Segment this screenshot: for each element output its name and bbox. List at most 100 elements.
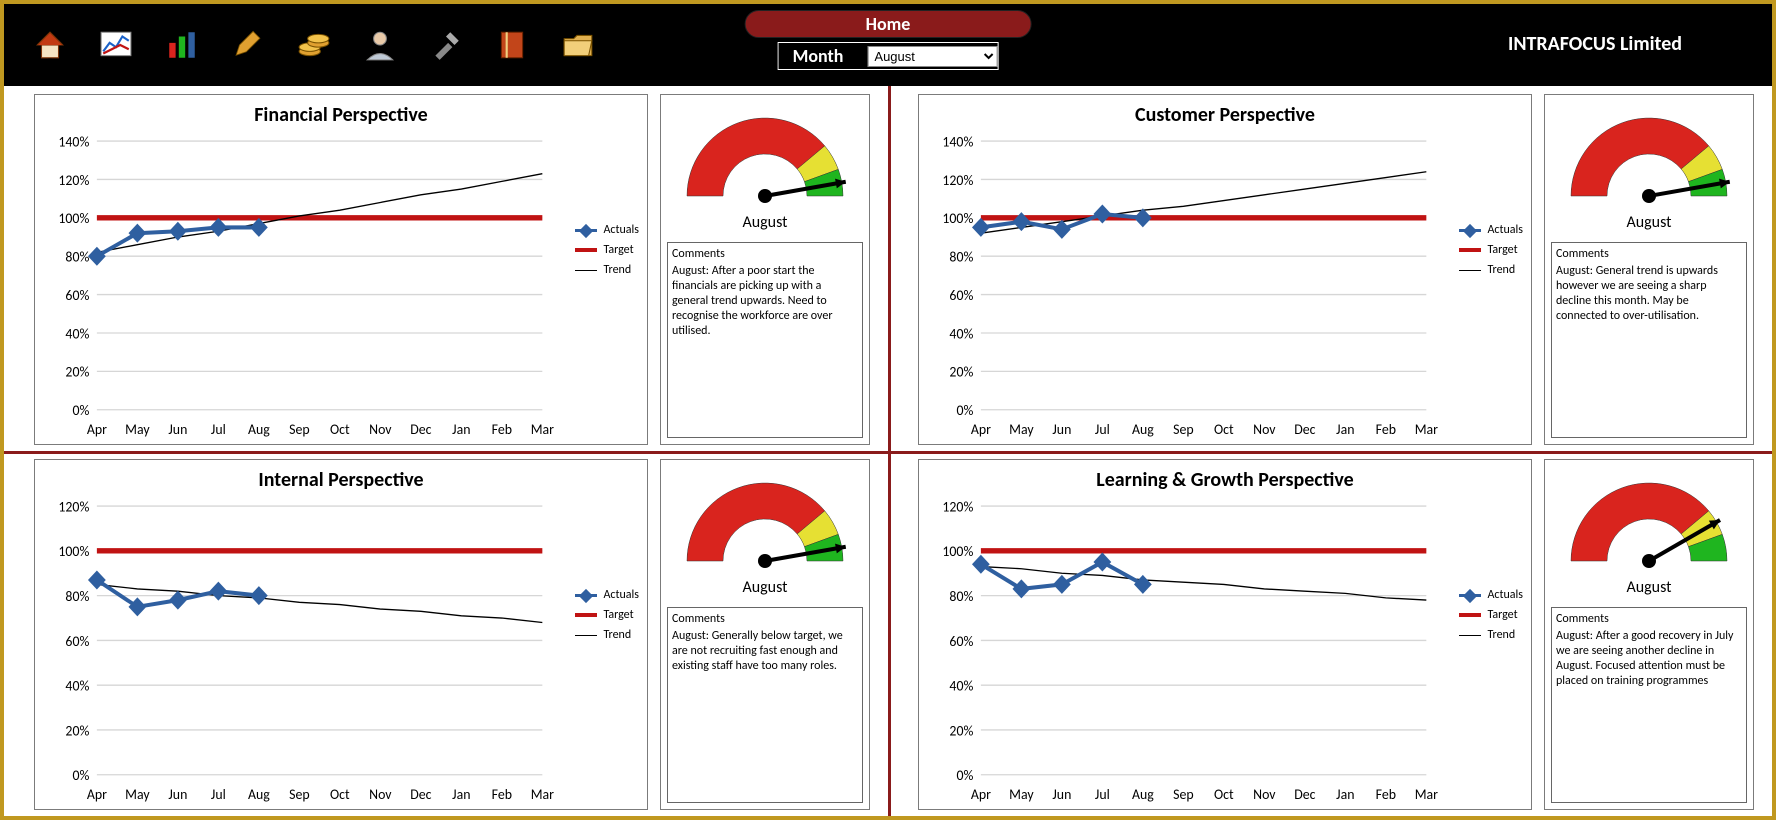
svg-text:40%: 40% [65, 324, 89, 343]
chart-title: Internal Perspective [39, 468, 643, 492]
quadrant-customer: Customer Perspective 0%20%40%60%80%100%1… [888, 86, 1772, 451]
svg-text:Oct: Oct [1214, 419, 1234, 438]
comments-box[interactable]: Comments August: After a poor start the … [667, 242, 863, 438]
svg-text:60%: 60% [949, 286, 973, 305]
line-chart: 0%20%40%60%80%100%120%140%AprMayJunJulAu… [923, 133, 1527, 442]
svg-text:Nov: Nov [369, 419, 392, 438]
line-chart: 0%20%40%60%80%100%120%140%AprMayJunJulAu… [39, 133, 643, 442]
svg-text:Jan: Jan [452, 784, 470, 803]
svg-text:Mar: Mar [1415, 419, 1438, 438]
comments-box[interactable]: Comments August: After a good recovery i… [1551, 607, 1747, 803]
chart-legend: Actuals Target Trend [1459, 223, 1523, 283]
book-icon[interactable] [494, 27, 530, 63]
chart-title: Learning & Growth Perspective [923, 468, 1527, 492]
comments-heading: Comments [672, 612, 858, 627]
svg-text:100%: 100% [942, 542, 973, 561]
user-icon[interactable] [362, 27, 398, 63]
svg-text:Dec: Dec [410, 419, 431, 438]
comments-box[interactable]: Comments August: General trend is upward… [1551, 242, 1747, 438]
chart-legend: Actuals Target Trend [1459, 588, 1523, 648]
comments-heading: Comments [1556, 612, 1742, 627]
svg-text:Sep: Sep [289, 784, 309, 803]
svg-text:Jun: Jun [168, 419, 187, 438]
legend-actuals: Actuals [1459, 223, 1523, 237]
header-center: Home Month August [745, 10, 1032, 70]
folder-icon[interactable] [560, 27, 596, 63]
tools-icon[interactable] [428, 27, 464, 63]
home-pill[interactable]: Home [745, 10, 1032, 38]
svg-text:140%: 140% [58, 133, 89, 151]
svg-text:Mar: Mar [531, 419, 554, 438]
quadrant-learning: Learning & Growth Perspective 0%20%40%60… [888, 451, 1772, 816]
svg-text:60%: 60% [65, 286, 89, 305]
comments-text: August: After a good recovery in July we… [1556, 629, 1742, 689]
comments-text: August: Generally below target, we are n… [672, 629, 858, 674]
gauge [1564, 466, 1734, 576]
svg-text:Sep: Sep [289, 419, 309, 438]
quadrant-financial: Financial Perspective 0%20%40%60%80%100%… [4, 86, 888, 451]
legend-target: Target [1459, 243, 1523, 257]
svg-text:Aug: Aug [248, 419, 270, 438]
svg-text:Nov: Nov [1253, 419, 1276, 438]
comments-text: August: After a poor start the financial… [672, 264, 858, 339]
top-toolbar: Home Month August INTRAFOCUS Limited [4, 4, 1772, 86]
svg-text:Jul: Jul [211, 784, 226, 803]
svg-text:80%: 80% [65, 247, 89, 266]
svg-text:Oct: Oct [330, 784, 350, 803]
svg-text:Dec: Dec [410, 784, 431, 803]
svg-text:Jun: Jun [1052, 784, 1071, 803]
chart-body: 0%20%40%60%80%100%120%AprMayJunJulAugSep… [39, 498, 643, 807]
svg-text:Feb: Feb [492, 784, 512, 803]
chart-body: 0%20%40%60%80%100%120%140%AprMayJunJulAu… [39, 133, 643, 442]
chart-title: Financial Perspective [39, 103, 643, 127]
legend-actuals: Actuals [575, 223, 639, 237]
svg-text:Jul: Jul [211, 419, 226, 438]
svg-text:20%: 20% [949, 362, 973, 381]
svg-text:80%: 80% [949, 587, 973, 606]
side-panel-learning: August Comments August: After a good rec… [1544, 459, 1754, 810]
gauge [680, 101, 850, 211]
comments-heading: Comments [1556, 247, 1742, 262]
svg-text:100%: 100% [942, 209, 973, 228]
svg-text:May: May [1009, 419, 1034, 438]
svg-text:Apr: Apr [87, 419, 107, 438]
svg-text:120%: 120% [58, 170, 89, 189]
chart-body: 0%20%40%60%80%100%120%AprMayJunJulAugSep… [923, 498, 1527, 807]
svg-text:Apr: Apr [971, 784, 991, 803]
chart-panel-financial: Financial Perspective 0%20%40%60%80%100%… [34, 94, 648, 445]
svg-text:Aug: Aug [1132, 784, 1154, 803]
gauge-month: August [742, 213, 787, 232]
svg-text:40%: 40% [949, 324, 973, 343]
svg-text:0%: 0% [72, 401, 89, 420]
gauge [680, 466, 850, 576]
legend-trend: Trend [1459, 628, 1523, 642]
svg-text:0%: 0% [956, 401, 973, 420]
svg-text:100%: 100% [58, 209, 89, 228]
legend-trend: Trend [575, 263, 639, 277]
svg-text:Jan: Jan [1336, 419, 1354, 438]
svg-text:80%: 80% [65, 587, 89, 606]
home-icon[interactable] [32, 27, 68, 63]
bars-icon[interactable] [164, 27, 200, 63]
svg-text:Mar: Mar [531, 784, 554, 803]
chart-panel-internal: Internal Perspective 0%20%40%60%80%100%1… [34, 459, 648, 810]
side-panel-customer: August Comments August: General trend is… [1544, 94, 1754, 445]
svg-text:60%: 60% [65, 631, 89, 650]
month-select[interactable]: August [867, 46, 997, 67]
company-name: INTRAFOCUS Limited [1508, 32, 1682, 56]
svg-text:40%: 40% [65, 676, 89, 695]
svg-text:Jul: Jul [1095, 784, 1110, 803]
chart-legend: Actuals Target Trend [575, 588, 639, 648]
svg-text:Nov: Nov [369, 784, 392, 803]
comments-box[interactable]: Comments August: Generally below target,… [667, 607, 863, 803]
gauge-month: August [1626, 213, 1671, 232]
comments-heading: Comments [672, 247, 858, 262]
legend-actuals: Actuals [1459, 588, 1523, 602]
svg-text:Dec: Dec [1294, 784, 1315, 803]
coins-icon[interactable] [296, 27, 332, 63]
svg-text:Dec: Dec [1294, 419, 1315, 438]
pencil-icon[interactable] [230, 27, 266, 63]
svg-text:May: May [125, 784, 150, 803]
svg-text:20%: 20% [65, 721, 89, 740]
chart-icon[interactable] [98, 27, 134, 63]
